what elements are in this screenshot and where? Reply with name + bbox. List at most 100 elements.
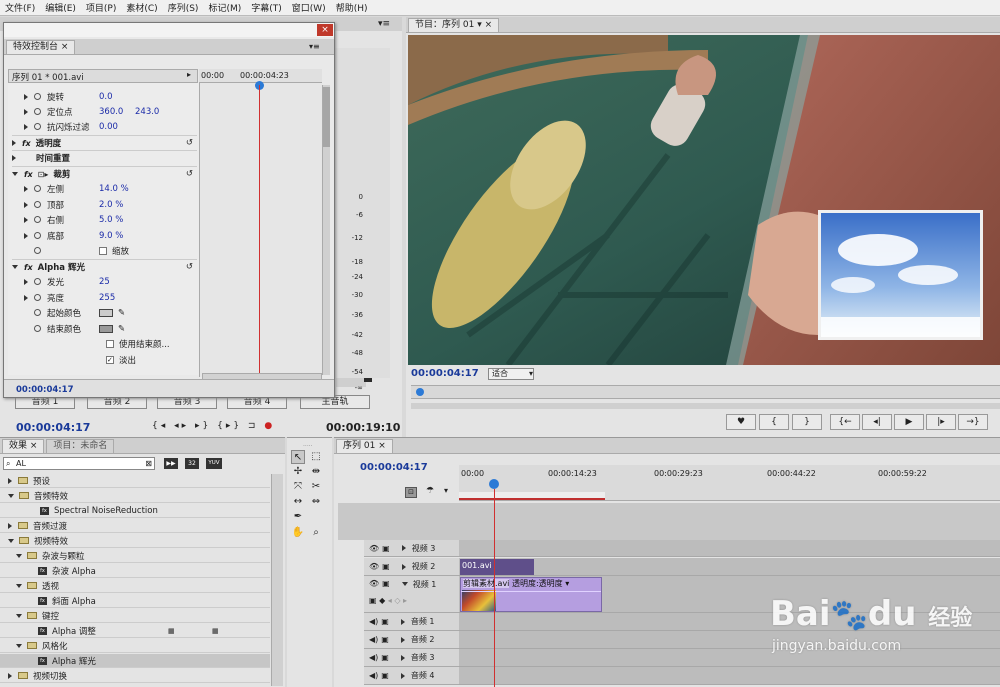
tree-item[interactable]: 视频切换: [0, 669, 270, 683]
zoom-scrollbar[interactable]: [202, 373, 322, 380]
collapse-icon[interactable]: [16, 643, 22, 648]
fx-icon[interactable]: fx: [24, 170, 33, 179]
fx-icon[interactable]: fx: [24, 263, 33, 272]
stopwatch-icon[interactable]: [34, 294, 41, 301]
tree-item[interactable]: 预设: [0, 474, 270, 488]
collapse-icon[interactable]: [8, 538, 14, 543]
effect-controls-timecode[interactable]: 00:00:04:17: [16, 385, 74, 395]
expand-icon[interactable]: [8, 522, 12, 529]
collapse-icon[interactable]: [12, 172, 18, 176]
in-point-button[interactable]: {: [759, 414, 789, 430]
reset-icon[interactable]: ↺: [186, 169, 193, 179]
checkbox-checked[interactable]: ✓: [106, 355, 114, 364]
expand-icon[interactable]: [24, 216, 28, 223]
mixer-transport[interactable]: {◂ ◂▸ ▸} {▸} ⊐ ●: [152, 421, 275, 431]
stopwatch-icon[interactable]: [34, 278, 41, 285]
menu-clip[interactable]: 素材(C): [121, 1, 162, 14]
work-area-bar[interactable]: [459, 492, 605, 500]
expand-icon[interactable]: [24, 232, 28, 239]
yuv-badge[interactable]: YUV: [206, 458, 222, 469]
accel-badge-icon[interactable]: ▶▶: [164, 458, 178, 469]
stopwatch-icon[interactable]: [34, 309, 41, 316]
rolling-edit-tool-icon[interactable]: ⇹: [309, 465, 323, 479]
clear-icon[interactable]: ⊠: [145, 458, 152, 469]
collapse-icon[interactable]: [12, 265, 18, 269]
expand-icon[interactable]: [24, 278, 28, 285]
rate-stretch-tool-icon[interactable]: ⤧: [291, 480, 305, 494]
track-audio-3[interactable]: ◀) ▣ 音频 3: [364, 649, 459, 667]
effect-opacity[interactable]: fx 透明度 ↺: [12, 135, 197, 150]
tree-item[interactable]: 风格化: [0, 639, 270, 653]
tree-item[interactable]: fx 斜面 Alpha: [0, 594, 270, 608]
lock-icon[interactable]: ▣: [382, 544, 390, 553]
stopwatch-icon[interactable]: [34, 123, 41, 130]
stopwatch-icon[interactable]: [34, 247, 41, 254]
expand-icon[interactable]: [24, 123, 28, 130]
param-value-2[interactable]: 243.0: [135, 107, 159, 117]
fit-dropdown[interactable]: 适合 ▾: [488, 368, 534, 380]
menu-help[interactable]: 帮助(H): [331, 1, 373, 14]
expand-icon[interactable]: [400, 672, 405, 679]
marker-button[interactable]: ♥: [726, 414, 756, 430]
effects-scrollbar[interactable]: [271, 474, 283, 686]
effect-alpha-glow[interactable]: fx Alpha 辉光 ↺: [12, 259, 197, 274]
track-area-video-2[interactable]: [459, 558, 1000, 576]
lock-icon[interactable]: ▣: [382, 562, 390, 571]
expand-icon[interactable]: [401, 545, 406, 551]
track-video-3[interactable]: 👁 ▣ 视频 3: [364, 540, 459, 557]
expand-icon[interactable]: [24, 93, 28, 100]
speaker-icon[interactable]: ◀): [369, 671, 378, 680]
track-area-audio-4[interactable]: [459, 667, 1000, 685]
fx-icon[interactable]: fx: [22, 139, 31, 148]
panel-menu-icon[interactable]: ▾≡: [309, 42, 320, 51]
speaker-icon[interactable]: ◀): [369, 635, 378, 644]
32bit-badge[interactable]: 32: [185, 458, 199, 469]
track-audio-2[interactable]: ◀) ▣ 音频 2: [364, 631, 459, 649]
effect-crop[interactable]: fx ⊡▸ 裁剪 ↺: [12, 166, 197, 181]
param-value[interactable]: 255: [99, 293, 115, 303]
play-button[interactable]: ▶: [894, 414, 924, 430]
tab-effect-controls[interactable]: 特效控制台 ×: [6, 39, 76, 54]
tree-item[interactable]: 键控: [0, 609, 270, 623]
ripple-edit-tool-icon[interactable]: ✢: [291, 465, 305, 479]
marker-icon[interactable]: ☂: [426, 486, 434, 496]
goto-out-button[interactable]: →}: [958, 414, 988, 430]
color-swatch[interactable]: [99, 308, 113, 317]
lock-icon[interactable]: ▣: [381, 653, 389, 662]
collapse-icon[interactable]: [401, 582, 408, 586]
menu-marker[interactable]: 标记(M): [203, 1, 246, 14]
param-value[interactable]: 0.00: [99, 122, 118, 132]
slide-tool-icon[interactable]: ⇔: [309, 495, 323, 509]
eye-icon[interactable]: 👁: [369, 579, 379, 588]
reset-icon[interactable]: ↺: [186, 138, 193, 148]
track-video-2[interactable]: 👁 ▣ 视频 2: [364, 558, 459, 576]
speaker-icon[interactable]: ◀): [369, 617, 378, 626]
expand-icon[interactable]: [24, 108, 28, 115]
expand-icon[interactable]: [8, 672, 12, 679]
lock-icon[interactable]: ▣: [382, 579, 390, 588]
clip-effect-label[interactable]: 透明度:透明度: [512, 579, 563, 588]
tree-item[interactable]: 音频特效: [0, 489, 270, 503]
hand-tool-icon[interactable]: ✋: [291, 526, 305, 540]
menu-title[interactable]: 字幕(T): [246, 1, 287, 14]
program-playhead-icon[interactable]: [416, 388, 424, 396]
timeline-timecode[interactable]: 00:00:04:17: [360, 462, 428, 473]
param-value[interactable]: 2.0 %: [99, 200, 123, 210]
collapse-icon[interactable]: [16, 553, 22, 558]
track-video-1[interactable]: 👁 ▣ 视频 1: [364, 576, 459, 613]
expand-icon[interactable]: [12, 140, 16, 146]
track-audio-1[interactable]: ◀) ▣ 音频 1: [364, 613, 459, 631]
window-close-button[interactable]: ×: [317, 24, 333, 36]
stopwatch-icon[interactable]: [34, 201, 41, 208]
eyedropper-icon[interactable]: ✎: [118, 324, 125, 334]
tree-item[interactable]: fx Alpha 调整 ▦ ▦: [0, 624, 270, 638]
stopwatch-icon[interactable]: [34, 93, 41, 100]
speaker-icon[interactable]: ◀): [369, 653, 378, 662]
track-area-video-3[interactable]: [459, 540, 1000, 557]
selection-tool-icon[interactable]: ↖: [291, 450, 305, 464]
param-value[interactable]: 360.0: [99, 107, 135, 117]
pen-tool-icon[interactable]: ✒: [291, 510, 305, 524]
slip-tool-icon[interactable]: ↔: [291, 495, 305, 509]
set-marker-icon[interactable]: ▾: [444, 486, 448, 495]
step-forward-button[interactable]: |▸: [926, 414, 956, 430]
